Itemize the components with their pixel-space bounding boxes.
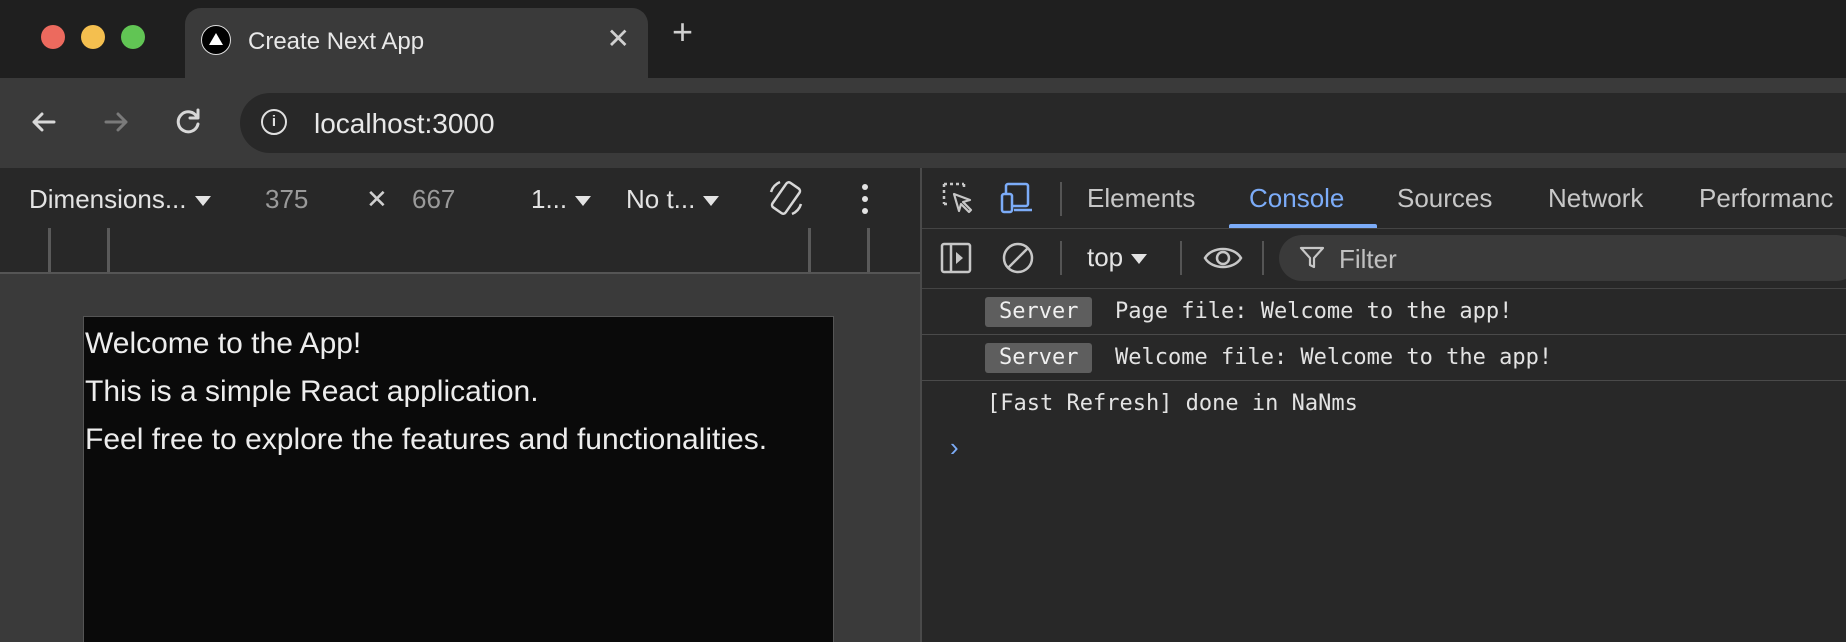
- rotate-device-icon[interactable]: [766, 178, 806, 218]
- browser-toolbar: i localhost:3000: [0, 78, 1846, 168]
- width-input[interactable]: 375: [265, 184, 308, 215]
- log-message: [Fast Refresh] done in NaNms: [987, 391, 1358, 416]
- height-input[interactable]: 667: [412, 184, 455, 215]
- site-info-icon[interactable]: i: [261, 109, 287, 135]
- sidebar-toggle-icon[interactable]: [938, 240, 974, 276]
- dimension-times-icon: ✕: [366, 184, 388, 214]
- filter-placeholder: Filter: [1339, 244, 1397, 274]
- chevron-down-icon: [1131, 254, 1148, 265]
- throttle-dropdown[interactable]: No t...: [626, 184, 720, 215]
- close-window-button[interactable]: [41, 25, 65, 49]
- console-log-area: Server Page file: Welcome to the app! Se…: [922, 289, 1846, 426]
- filter-icon: [1299, 246, 1325, 269]
- minimize-window-button[interactable]: [81, 25, 105, 49]
- address-bar[interactable]: i localhost:3000: [240, 93, 1846, 153]
- chevron-down-icon: [575, 196, 592, 207]
- console-toolbar: top Filter: [922, 228, 1846, 289]
- arrow-left-icon: [32, 112, 56, 132]
- dimensions-label: Dimensions...: [29, 184, 187, 214]
- url-text[interactable]: localhost:3000: [314, 108, 495, 140]
- device-toolbar-icon[interactable]: [1000, 180, 1036, 216]
- log-message: Welcome file: Welcome to the app!: [1115, 345, 1553, 370]
- console-prompt-icon[interactable]: ›: [950, 432, 959, 463]
- zoom-dropdown[interactable]: 1...: [531, 184, 592, 215]
- inspect-element-icon[interactable]: [940, 180, 976, 216]
- back-button[interactable]: [24, 102, 64, 142]
- log-entry: Server Page file: Welcome to the app!: [922, 289, 1846, 335]
- welcome-heading: Welcome to the App!: [85, 327, 362, 360]
- title-bar: Create Next App ✕ +: [0, 0, 1846, 78]
- devtools-tab-bar: Elements Console Sources Network Perform…: [922, 168, 1846, 229]
- tab-close-icon[interactable]: ✕: [607, 22, 630, 55]
- maximize-window-button[interactable]: [121, 25, 145, 49]
- tab-sources[interactable]: Sources: [1397, 183, 1492, 214]
- reload-icon: [176, 108, 200, 134]
- device-toolbar: Dimensions... 375 ✕ 667 1... No t...: [0, 168, 920, 229]
- device-emulation-pane: Dimensions... 375 ✕ 667 1... No t... Wel…: [0, 168, 920, 642]
- devtools-panel: Elements Console Sources Network Perform…: [920, 168, 1846, 642]
- server-badge: Server: [985, 297, 1093, 327]
- forward-button[interactable]: [96, 102, 136, 142]
- server-badge: Server: [985, 343, 1093, 373]
- browser-tab[interactable]: Create Next App ✕: [185, 8, 648, 78]
- filter-input[interactable]: Filter: [1279, 235, 1846, 281]
- chevron-down-icon: [194, 196, 211, 207]
- log-message: Page file: Welcome to the app!: [1115, 299, 1513, 324]
- arrow-right-icon: [104, 112, 128, 132]
- log-entry: Server Welcome file: Welcome to the app!: [922, 335, 1846, 381]
- live-expression-eye-icon[interactable]: [1202, 240, 1244, 276]
- context-selector[interactable]: top: [1087, 242, 1148, 273]
- media-query-ruler: [0, 228, 920, 274]
- chevron-down-icon: [703, 196, 720, 207]
- zoom-label: 1...: [531, 184, 568, 214]
- throttle-label: No t...: [626, 184, 696, 214]
- reload-button[interactable]: [168, 102, 208, 142]
- tab-performance[interactable]: Performanc: [1699, 183, 1833, 214]
- dimensions-dropdown[interactable]: Dimensions...: [29, 184, 211, 215]
- nextjs-favicon-icon: [201, 25, 231, 55]
- new-tab-button[interactable]: +: [672, 14, 693, 50]
- context-label: top: [1087, 242, 1124, 272]
- tab-network[interactable]: Network: [1548, 183, 1643, 214]
- more-options-icon[interactable]: [862, 184, 870, 214]
- tab-elements[interactable]: Elements: [1087, 183, 1195, 214]
- log-entry: [Fast Refresh] done in NaNms: [922, 381, 1846, 426]
- emulated-viewport: Welcome to the App! This is a simple Rea…: [83, 316, 834, 642]
- explore-text: Feel free to explore the features and fu…: [85, 423, 768, 456]
- tab-title: Create Next App: [248, 28, 425, 55]
- clear-console-icon[interactable]: [1000, 240, 1036, 276]
- tab-console[interactable]: Console: [1249, 183, 1344, 214]
- intro-text: This is a simple React application.: [85, 375, 539, 408]
